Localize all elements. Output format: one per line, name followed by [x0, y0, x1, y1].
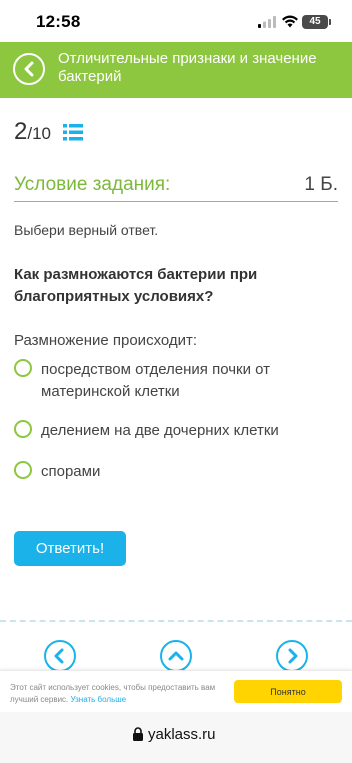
cookie-learn-more-link[interactable]: Узнать больше: [71, 695, 127, 704]
next-task-button[interactable]: [276, 640, 308, 672]
progress-current: 2: [14, 118, 28, 145]
wifi-icon: [282, 15, 298, 28]
cookie-text: Этот сайт использует cookies, чтобы пред…: [10, 682, 230, 706]
lock-icon: [133, 727, 143, 741]
option-label[interactable]: делением на две дочерних клетки: [41, 420, 301, 442]
cookie-accept-button[interactable]: Понятно: [234, 680, 342, 703]
chevron-up-icon: [168, 651, 184, 661]
url-text[interactable]: yaklass.ru: [148, 726, 216, 743]
radio-button[interactable]: [14, 359, 32, 377]
answer-button[interactable]: Ответить!: [14, 531, 126, 566]
progress-total: /10: [27, 124, 51, 143]
chevron-left-icon: [24, 61, 34, 77]
condition-row: Условие задания: 1 Б.: [14, 172, 338, 202]
option-label[interactable]: спорами: [41, 461, 301, 483]
answer-option[interactable]: спорами: [14, 461, 334, 483]
cookie-banner: Этот сайт использует cookies, чтобы пред…: [0, 670, 352, 712]
scroll-top-button[interactable]: [160, 640, 192, 672]
back-button[interactable]: [13, 53, 45, 85]
status-time: 12:58: [36, 12, 81, 31]
signal-icon: [258, 16, 276, 28]
task-list-icon[interactable]: [63, 124, 83, 141]
subquestion-text: Размножение происходит:: [14, 332, 198, 349]
radio-button[interactable]: [14, 420, 32, 438]
browser-url-bar[interactable]: yaklass.ru: [0, 712, 352, 763]
answer-option[interactable]: посредством отделения почки от материнск…: [14, 359, 334, 403]
battery-icon: 45: [302, 15, 331, 29]
lesson-header: Отличительные признаки и значение бактер…: [0, 42, 352, 98]
answer-option[interactable]: делением на две дочерних клетки: [14, 420, 334, 442]
condition-label: Условие задания:: [14, 174, 171, 195]
divider: [0, 620, 352, 622]
condition-points: 1 Б.: [304, 174, 338, 195]
chevron-left-icon: [54, 648, 64, 664]
task-progress: 2/10: [14, 118, 51, 146]
question-text: Как размножаются бактерии при благоприят…: [14, 266, 258, 305]
instruction-text: Выбери верный ответ.: [14, 222, 159, 238]
status-bar: 12:58 45: [0, 0, 352, 42]
chevron-right-icon: [288, 648, 298, 664]
option-label[interactable]: посредством отделения почки от материнск…: [41, 359, 301, 403]
radio-button[interactable]: [14, 461, 32, 479]
prev-task-button[interactable]: [44, 640, 76, 672]
header-title: Отличительные признаки и значение бактер…: [58, 50, 317, 85]
